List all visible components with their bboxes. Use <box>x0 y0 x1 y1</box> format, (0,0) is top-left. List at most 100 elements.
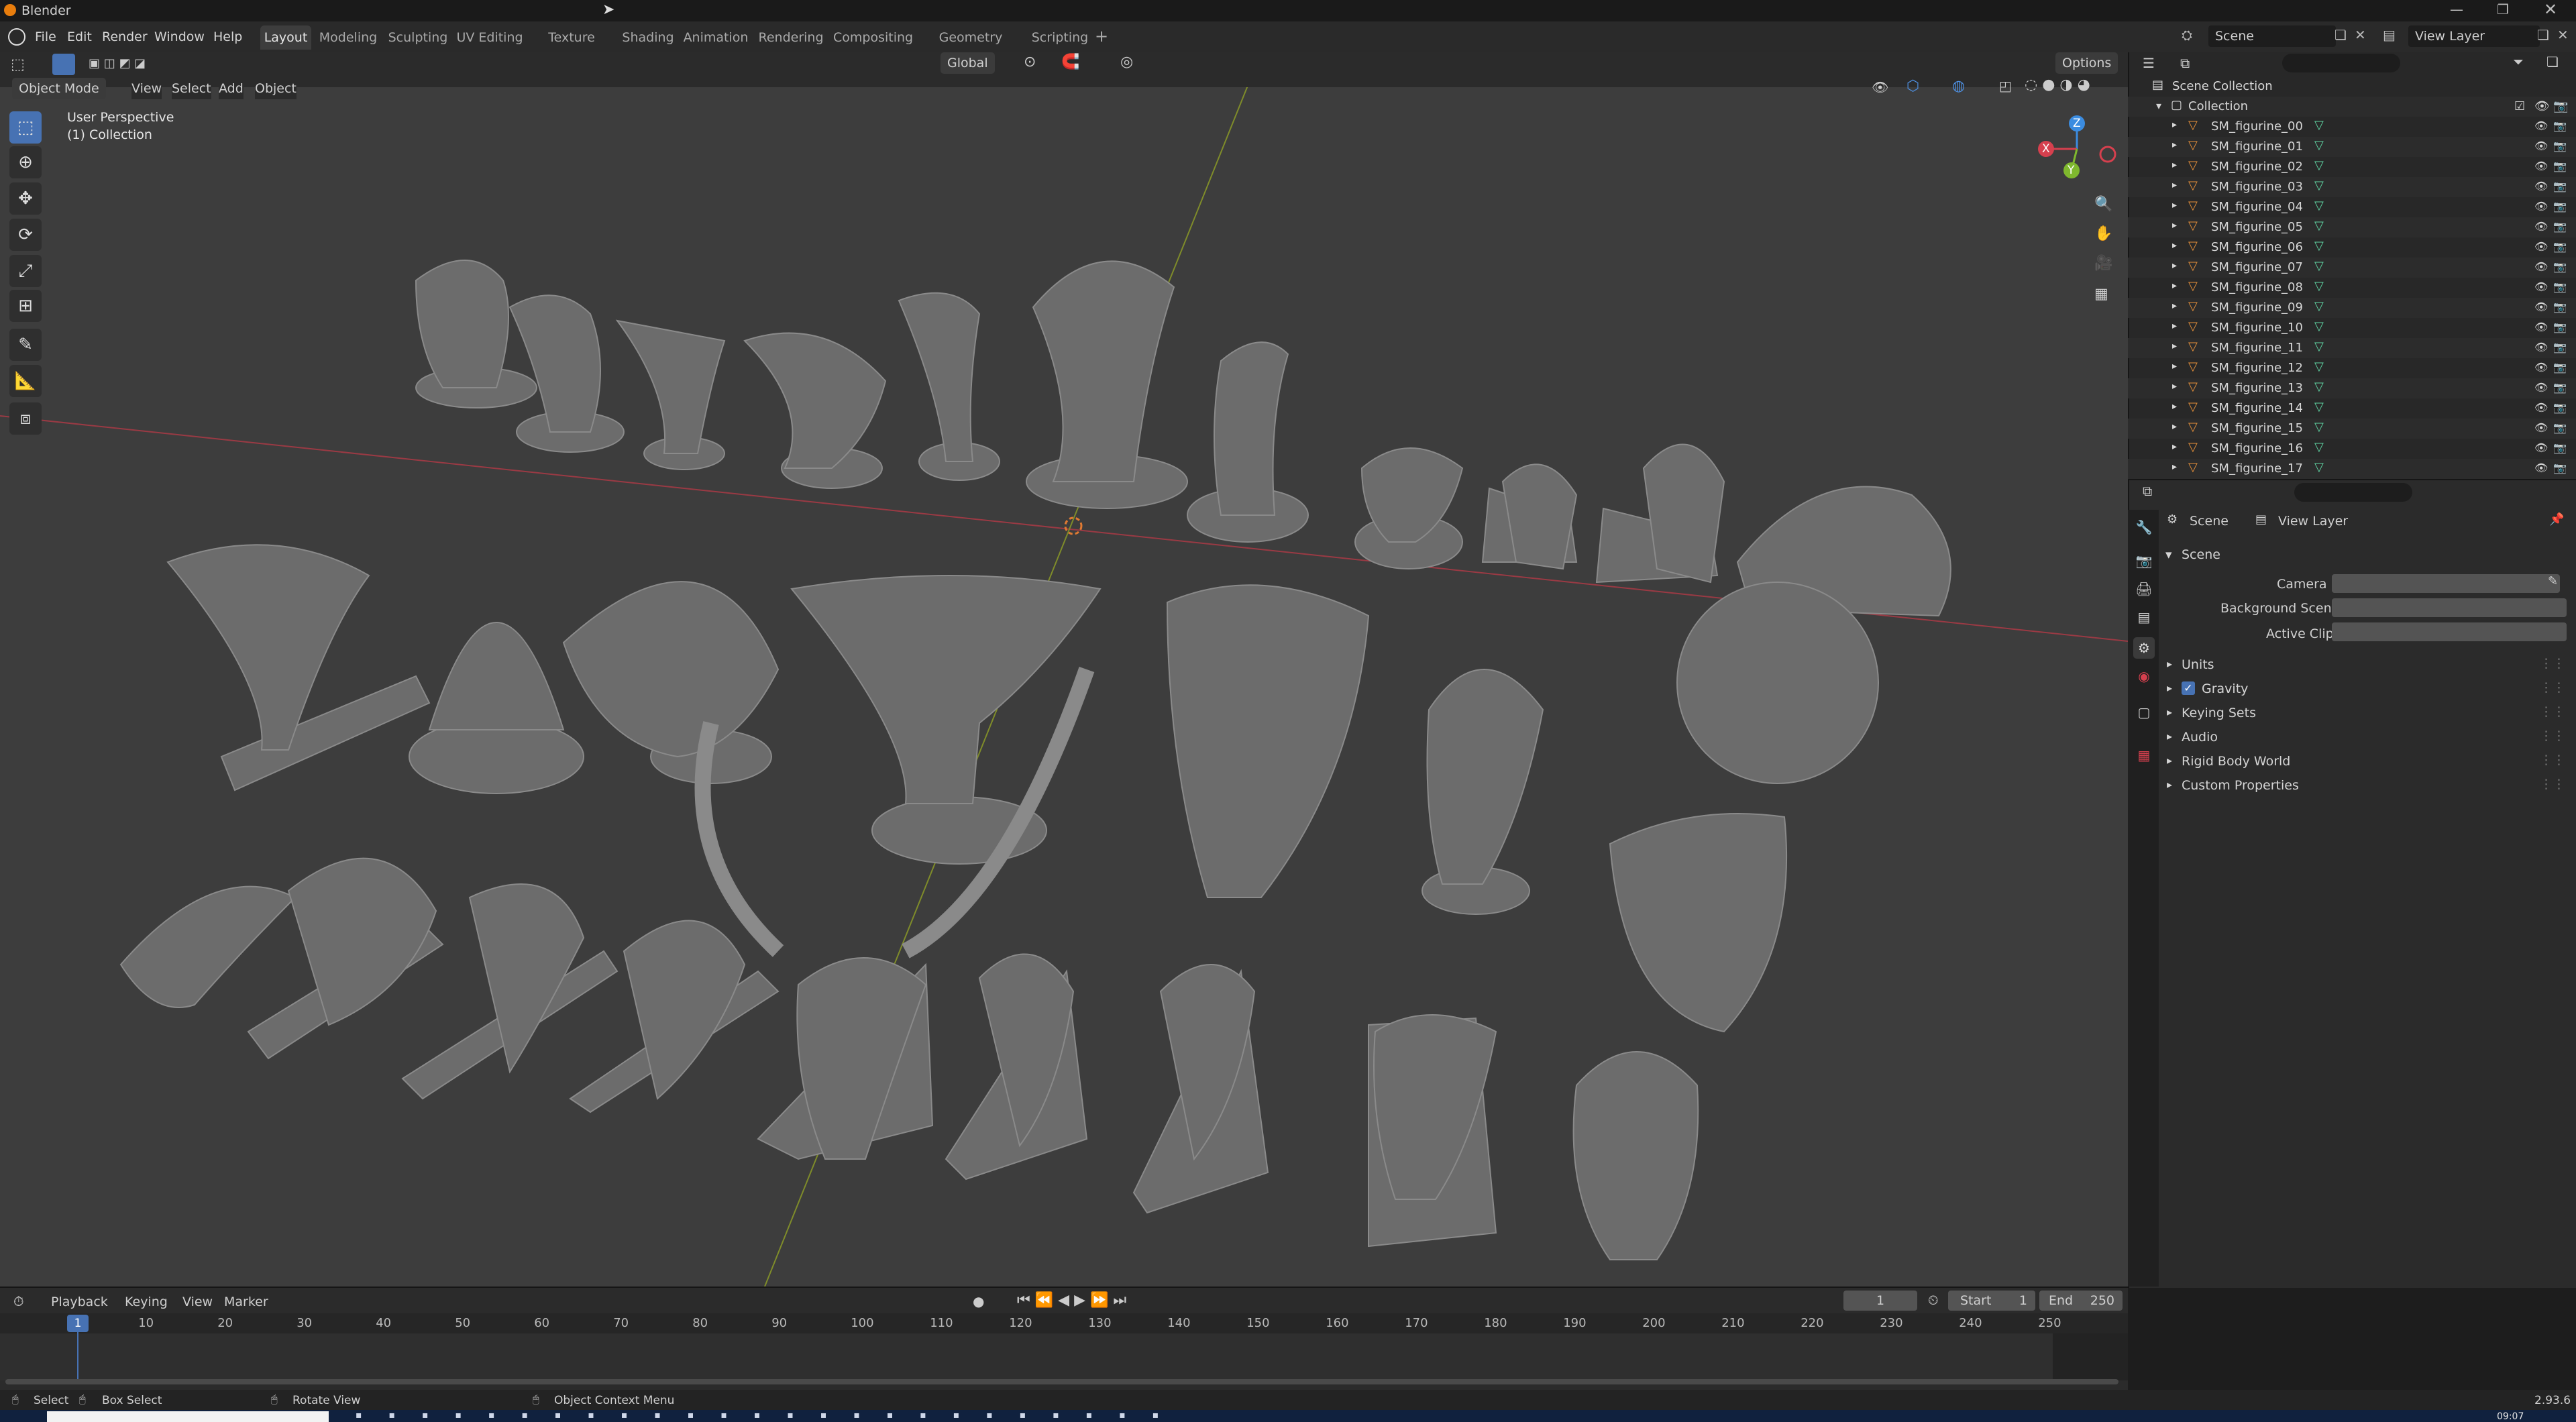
camera-field[interactable] <box>2332 574 2560 593</box>
object-visibility-icon[interactable]: 👁 <box>2534 220 2548 233</box>
expand-arrow-icon[interactable]: ▸ <box>2172 381 2177 392</box>
outliner-object-row[interactable]: ▸ ▽ SM_figurine_14 ▽ 👁 📷 <box>2128 398 2576 419</box>
object-visibility-icon[interactable]: 👁 <box>2534 461 2548 474</box>
panel-scene[interactable]: ▾ Scene <box>2161 543 2569 567</box>
properties-search-input[interactable] <box>2294 483 2412 502</box>
mesh-data-icon[interactable]: ▽ <box>2314 339 2324 353</box>
menu-edit[interactable]: Edit <box>67 30 92 44</box>
outliner-object-row[interactable]: ▸ ▽ SM_figurine_11 ▽ 👁 📷 <box>2128 338 2576 358</box>
expand-arrow-icon[interactable]: ▸ <box>2172 200 2177 211</box>
panel-expand-icon[interactable]: ▸ <box>2167 706 2172 718</box>
mesh-data-icon[interactable]: ▽ <box>2314 158 2324 172</box>
panel-keying-sets[interactable]: ▸ Keying Sets ⋮⋮ <box>2161 702 2569 726</box>
expand-arrow-icon[interactable]: ▸ <box>2172 180 2177 190</box>
object-visibility-icon[interactable]: 👁 <box>2534 280 2548 293</box>
tab-uv-editing[interactable]: UV Editing <box>456 25 523 50</box>
object-mode-dropdown[interactable]: Object Mode <box>12 78 106 99</box>
mesh-data-icon[interactable]: ▽ <box>2314 440 2324 454</box>
scene-selector[interactable]: Scene <box>2208 25 2336 47</box>
object-render-icon[interactable]: 📷 <box>2553 260 2567 273</box>
panel-expand-icon[interactable]: ▸ <box>2167 778 2172 791</box>
expand-arrow-icon[interactable]: ▸ <box>2172 140 2177 150</box>
world-tab-icon[interactable]: ◉ <box>2133 665 2155 687</box>
new-view-layer-icon[interactable]: ❏ <box>2537 27 2549 43</box>
filter-icon[interactable]: ⏷ <box>2513 54 2524 70</box>
start-frame-field[interactable]: Start 1 <box>1948 1291 2035 1311</box>
outliner-object-row[interactable]: ▸ ▽ SM_figurine_02 ▽ 👁 📷 <box>2128 157 2576 177</box>
tab-texture-paint[interactable]: Texture Paint <box>533 25 610 69</box>
output-tab-icon[interactable]: 🖨 <box>2133 578 2155 600</box>
texture-tab-icon[interactable]: ▦ <box>2133 745 2155 766</box>
tab-shading[interactable]: Shading <box>621 25 675 50</box>
pan-hand-icon[interactable]: ✋ <box>2094 225 2112 242</box>
gravity-checkbox[interactable]: ✓ <box>2182 681 2195 695</box>
eyedropper-icon[interactable]: ✎ <box>2548 574 2558 588</box>
blender-menu-icon[interactable] <box>8 28 25 46</box>
annotate-tool-icon[interactable]: ✎ <box>9 329 42 361</box>
timeline-editor-icon[interactable]: ⏱ <box>13 1293 24 1309</box>
editor-type-icon[interactable]: ⬚ <box>11 56 25 73</box>
zoom-icon[interactable]: 🔍 <box>2094 196 2112 213</box>
tab-animation[interactable]: Animation <box>682 25 750 50</box>
current-frame-field[interactable]: 1 <box>1843 1291 1917 1311</box>
clock-icon[interactable]: ⏲ <box>1928 1292 1939 1308</box>
outliner-object-row[interactable]: ▸ ▽ SM_figurine_09 ▽ 👁 📷 <box>2128 298 2576 318</box>
object-visibility-icon[interactable]: 👁 <box>2534 260 2548 273</box>
pivot-point-icon[interactable]: ⊙ <box>1024 54 1036 70</box>
outliner-object-row[interactable]: ▸ ▽ SM_figurine_04 ▽ 👁 📷 <box>2128 197 2576 217</box>
playback-controls-icons[interactable]: ⏮ ⏪ ◀ ▶ ⏩ ⏭ <box>1017 1292 1126 1309</box>
object-render-icon[interactable]: 📷 <box>2553 300 2567 313</box>
outliner-object-row[interactable]: ▸ ▽ SM_figurine_17 ▽ 👁 📷 <box>2128 459 2576 479</box>
background-scene-field[interactable] <box>2332 598 2567 617</box>
tab-scripting[interactable]: Scripting <box>1030 25 1089 50</box>
transform-orientation-dropdown[interactable]: Global <box>941 52 995 74</box>
timeline-menu-keying[interactable]: Keying <box>125 1295 168 1309</box>
object-visibility-icon[interactable]: 👁 <box>2534 361 2548 374</box>
object-render-icon[interactable]: 📷 <box>2553 321 2567 333</box>
viewport-menu-object[interactable]: Object <box>255 78 297 99</box>
expand-arrow-icon[interactable]: ▸ <box>2172 240 2177 251</box>
expand-arrow-icon[interactable]: ▸ <box>2172 341 2177 351</box>
shading-modes-icons[interactable]: ◌ ● ◑ ◕ <box>2025 76 2090 93</box>
object-render-icon[interactable]: 📷 <box>2553 160 2567 172</box>
object-render-icon[interactable]: 📷 <box>2553 140 2567 152</box>
cursor-tool-icon[interactable]: ⊕ <box>9 146 42 178</box>
pin-icon[interactable]: 📌 <box>2549 512 2564 527</box>
visibility-icon[interactable]: 👁 <box>1872 79 1888 95</box>
tab-rendering[interactable]: Rendering <box>758 25 824 50</box>
tab-modeling[interactable]: Modeling <box>318 25 378 50</box>
add-workspace-icon[interactable]: + <box>1095 27 1108 46</box>
mesh-data-icon[interactable]: ▽ <box>2314 400 2324 414</box>
gizmo-toggle-icon[interactable]: ⬡ <box>1907 78 1919 95</box>
outliner-object-row[interactable]: ▸ ▽ SM_figurine_01 ▽ 👁 📷 <box>2128 137 2576 157</box>
collection-render-icon[interactable]: 📷 <box>2553 99 2568 113</box>
outliner-display-mode-icon[interactable]: ⧉ <box>2180 55 2190 71</box>
panel-expand-icon[interactable]: ▸ <box>2167 754 2172 767</box>
object-visibility-icon[interactable]: 👁 <box>2534 200 2548 213</box>
object-visibility-icon[interactable]: 👁 <box>2534 180 2548 193</box>
mesh-data-icon[interactable]: ▽ <box>2314 219 2324 233</box>
object-render-icon[interactable]: 📷 <box>2553 220 2567 233</box>
expand-arrow-icon[interactable]: ▸ <box>2172 401 2177 412</box>
object-render-icon[interactable]: 📷 <box>2553 401 2567 414</box>
menu-help[interactable]: Help <box>213 30 242 44</box>
expand-arrow-icon[interactable]: ▸ <box>2172 220 2177 231</box>
expand-arrow-icon[interactable]: ▸ <box>2172 119 2177 130</box>
collection-visibility-icon[interactable]: 👁 <box>2534 99 2550 113</box>
mesh-data-icon[interactable]: ▽ <box>2314 178 2324 193</box>
playhead[interactable]: 1 <box>67 1315 89 1332</box>
outliner-object-row[interactable]: ▸ ▽ SM_figurine_06 ▽ 👁 📷 <box>2128 237 2576 258</box>
panel-audio[interactable]: ▸ Audio ⋮⋮ <box>2161 726 2569 750</box>
rotate-tool-icon[interactable]: ⟳ <box>9 219 42 251</box>
select-tool-icon[interactable]: ⬚ <box>9 111 42 144</box>
delete-scene-icon[interactable]: ✕ <box>2355 27 2366 43</box>
panel-expand-icon[interactable]: ▸ <box>2167 681 2172 694</box>
snap-icon[interactable]: 🧲 <box>1061 54 1079 70</box>
expand-arrow-icon[interactable]: ▸ <box>2172 361 2177 372</box>
viewport-menu-view[interactable]: View <box>131 78 162 99</box>
expand-arrow-icon[interactable]: ▸ <box>2172 300 2177 311</box>
mesh-data-icon[interactable]: ▽ <box>2314 360 2324 374</box>
object-render-icon[interactable]: 📷 <box>2553 240 2567 253</box>
active-clip-field[interactable] <box>2332 622 2567 641</box>
mesh-data-icon[interactable]: ▽ <box>2314 118 2324 132</box>
